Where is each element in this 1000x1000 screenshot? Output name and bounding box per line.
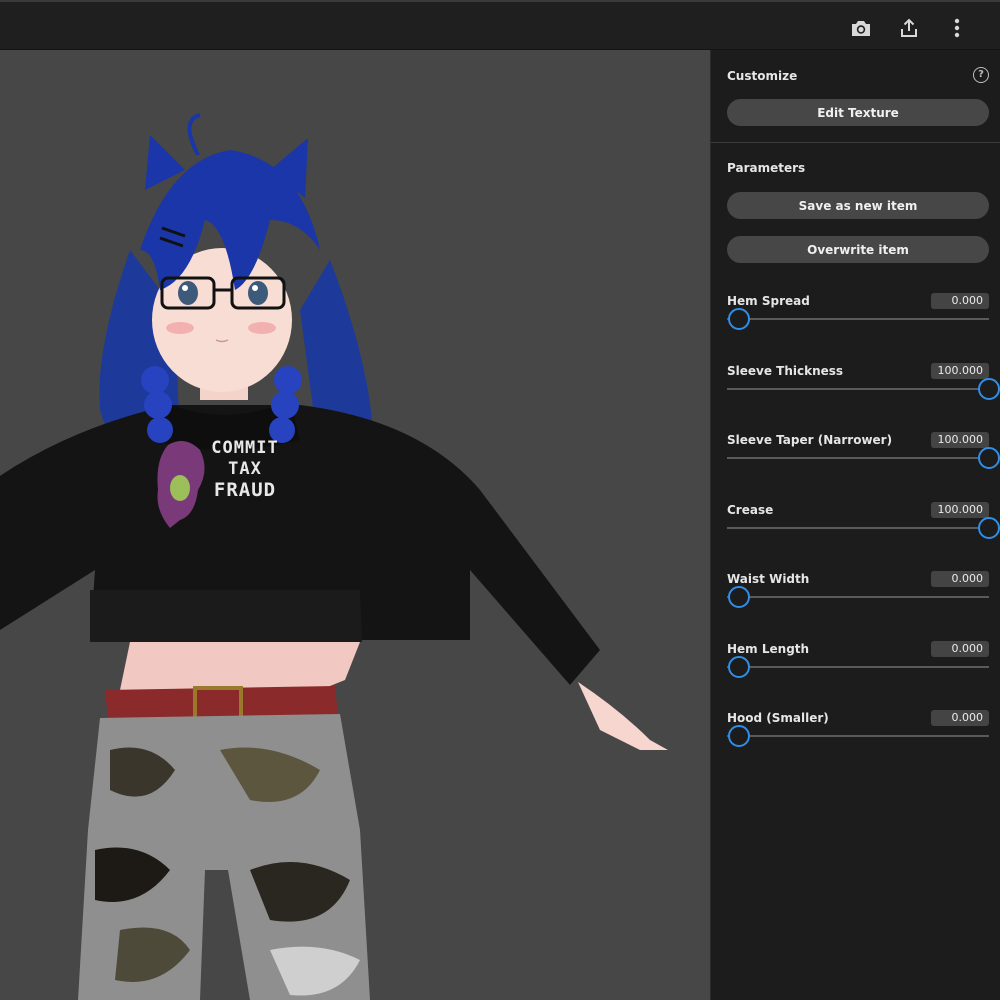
parameter-value-field[interactable]: 100.000 (931, 501, 989, 518)
parameter-row: Waist Width 0.000 (727, 571, 989, 622)
more-vertical-icon[interactable] (945, 16, 969, 40)
parameter-label: Hood (Smaller) (727, 711, 829, 725)
section-divider (711, 142, 1000, 143)
slider-thumb[interactable] (978, 516, 1000, 539)
parameter-label: Sleeve Taper (Narrower) (727, 433, 893, 447)
slider-track[interactable] (727, 387, 989, 390)
slider-track[interactable] (727, 596, 989, 598)
parameter-row: Hem Spread 0.000 (727, 293, 989, 344)
parameter-label: Hem Length (727, 641, 810, 656)
shirt-text-line: FRAUD (213, 479, 277, 501)
shirt-print-text: COMMIT TAX FRAUD (200, 438, 290, 501)
parameter-label: Waist Width (727, 572, 810, 586)
parameter-label: Crease (727, 502, 774, 517)
parameter-value-field[interactable]: 0.000 (931, 710, 989, 726)
slider-thumb[interactable] (978, 447, 1000, 469)
parameter-row: Hood (Smaller) 0.000 (727, 710, 989, 761)
slider-thumb[interactable] (728, 586, 750, 608)
avatar-model (0, 113, 668, 1000)
parameter-label: Sleeve Thickness (727, 363, 844, 378)
customize-panel: Customize ? Edit Texture Parameters Save… (710, 50, 1000, 1000)
customize-title: Customize (727, 69, 798, 83)
top-toolbar (0, 0, 1000, 50)
slider-thumb[interactable] (728, 308, 750, 330)
parameter-value-field[interactable]: 0.000 (931, 293, 989, 309)
help-icon[interactable]: ? (973, 67, 989, 83)
parameter-value-field[interactable]: 0.000 (931, 571, 989, 587)
parameter-value-field[interactable]: 100.000 (931, 362, 989, 379)
parameter-row: Hem Length 0.000 (727, 640, 989, 692)
slider-track[interactable] (727, 665, 989, 668)
save-as-new-item-button[interactable]: Save as new item (727, 192, 989, 219)
parameters-title: Parameters (727, 161, 806, 175)
slider-track[interactable] (727, 526, 989, 529)
parameter-value-field[interactable]: 0.000 (931, 640, 989, 657)
slider-track[interactable] (727, 735, 989, 737)
parameter-label: Hem Spread (727, 294, 810, 308)
parameter-row: Sleeve Taper (Narrower) 100.000 (727, 432, 1000, 483)
edit-texture-button[interactable]: Edit Texture (727, 99, 989, 126)
share-icon[interactable] (897, 16, 921, 40)
camera-icon[interactable] (849, 16, 873, 40)
overwrite-item-button[interactable]: Overwrite item (727, 236, 989, 263)
slider-thumb[interactable] (978, 377, 1000, 400)
avatar-viewport[interactable]: COMMIT TAX FRAUD (0, 50, 710, 1000)
parameter-row: Sleeve Thickness 100.000 (727, 362, 1000, 414)
slider-track[interactable] (727, 457, 989, 459)
parameter-row: Crease 100.000 (727, 501, 1000, 553)
slider-track[interactable] (727, 318, 989, 320)
shirt-text-line: TAX (228, 459, 262, 479)
slider-thumb[interactable] (728, 655, 750, 678)
slider-thumb[interactable] (728, 725, 750, 747)
parameter-value-field[interactable]: 100.000 (931, 432, 989, 448)
shirt-text-line: COMMIT (211, 438, 279, 458)
